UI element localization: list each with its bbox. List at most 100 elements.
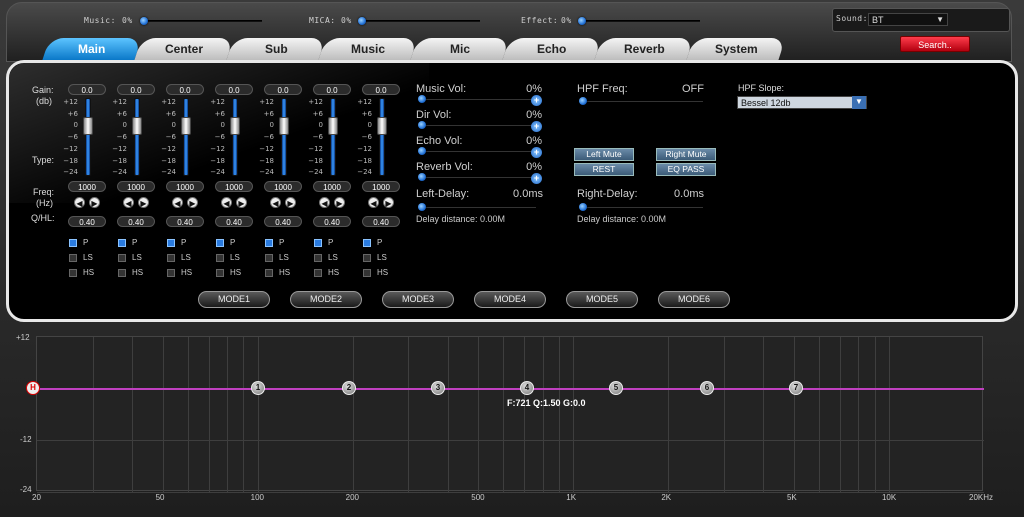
filter-p-checkbox-ch2[interactable]	[118, 239, 126, 247]
q-value-ch1[interactable]: 0.40	[68, 216, 106, 227]
filter-hs-checkbox-ch3[interactable]	[167, 269, 175, 277]
eq-response-graph[interactable]	[36, 336, 984, 493]
eq-node-5[interactable]: 5	[609, 380, 623, 395]
gain-slider-thumb-ch6[interactable]	[328, 117, 338, 135]
music-level-slider[interactable]	[140, 17, 262, 25]
q-value-ch7[interactable]: 0.40	[362, 216, 400, 227]
left-mute-button[interactable]: Left Mute	[574, 148, 634, 161]
dir-vol-slider[interactable]	[418, 125, 536, 126]
gain-value-ch3[interactable]: 0.0	[166, 84, 204, 95]
filter-ls-checkbox-ch4[interactable]	[216, 254, 224, 262]
mode-button-2[interactable]: MODE2	[290, 291, 362, 308]
echo-vol-knob[interactable]	[418, 147, 426, 155]
tab-mic[interactable]: Mic	[410, 38, 510, 60]
slider-knob[interactable]	[578, 17, 586, 25]
filter-p-checkbox-ch4[interactable]	[216, 239, 224, 247]
freq-decrease-icon[interactable]: ◀	[368, 197, 379, 208]
reverb-vol-slider[interactable]	[418, 177, 536, 178]
filter-ls-checkbox-ch5[interactable]	[265, 254, 273, 262]
filter-ls-checkbox-ch1[interactable]	[69, 254, 77, 262]
filter-ls-checkbox-ch2[interactable]	[118, 254, 126, 262]
right-delay-slider[interactable]	[579, 207, 703, 208]
freq-increase-icon[interactable]: ▶	[285, 197, 296, 208]
filter-hs-checkbox-ch5[interactable]	[265, 269, 273, 277]
gain-slider-thumb-ch5[interactable]	[279, 117, 289, 135]
eq-node-2[interactable]: 2	[342, 380, 356, 395]
filter-p-checkbox-ch5[interactable]	[265, 239, 273, 247]
filter-hs-checkbox-ch1[interactable]	[69, 269, 77, 277]
music-vol-slider[interactable]	[418, 99, 536, 100]
filter-p-checkbox-ch7[interactable]	[363, 239, 371, 247]
freq-increase-icon[interactable]: ▶	[138, 197, 149, 208]
eq-node-6[interactable]: 6	[700, 380, 714, 395]
eq-node-hpf[interactable]: H	[26, 380, 40, 395]
freq-value-ch7[interactable]: 1000	[362, 181, 400, 192]
gain-value-ch5[interactable]: 0.0	[264, 84, 302, 95]
gain-value-ch6[interactable]: 0.0	[313, 84, 351, 95]
mode-button-5[interactable]: MODE5	[566, 291, 638, 308]
left-delay-knob[interactable]	[418, 203, 426, 211]
gain-slider-ch7[interactable]	[379, 98, 385, 176]
q-value-ch2[interactable]: 0.40	[117, 216, 155, 227]
tab-center[interactable]: Center	[134, 38, 234, 60]
freq-decrease-icon[interactable]: ◀	[123, 197, 134, 208]
dir-vol-plus-icon[interactable]: +	[531, 121, 542, 132]
mode-button-1[interactable]: MODE1	[198, 291, 270, 308]
filter-p-checkbox-ch3[interactable]	[167, 239, 175, 247]
mode-button-3[interactable]: MODE3	[382, 291, 454, 308]
freq-value-ch6[interactable]: 1000	[313, 181, 351, 192]
sound-select[interactable]: BT ▼	[868, 13, 948, 26]
filter-ls-checkbox-ch7[interactable]	[363, 254, 371, 262]
freq-value-ch1[interactable]: 1000	[68, 181, 106, 192]
tab-main[interactable]: Main	[42, 38, 142, 60]
filter-hs-checkbox-ch2[interactable]	[118, 269, 126, 277]
gain-slider-thumb-ch4[interactable]	[230, 117, 240, 135]
gain-slider-ch1[interactable]	[85, 98, 91, 176]
slider-knob[interactable]	[140, 17, 148, 25]
freq-increase-icon[interactable]: ▶	[89, 197, 100, 208]
mode-button-4[interactable]: MODE4	[474, 291, 546, 308]
gain-slider-ch5[interactable]	[281, 98, 287, 176]
gain-value-ch7[interactable]: 0.0	[362, 84, 400, 95]
effect-level-slider[interactable]	[578, 17, 700, 25]
mode-button-6[interactable]: MODE6	[658, 291, 730, 308]
freq-increase-icon[interactable]: ▶	[383, 197, 394, 208]
freq-decrease-icon[interactable]: ◀	[319, 197, 330, 208]
gain-value-ch4[interactable]: 0.0	[215, 84, 253, 95]
right-delay-knob[interactable]	[579, 203, 587, 211]
freq-increase-icon[interactable]: ▶	[236, 197, 247, 208]
eq-node-4[interactable]: 4	[520, 380, 534, 395]
search-button[interactable]: Search..	[900, 36, 970, 52]
freq-value-ch2[interactable]: 1000	[117, 181, 155, 192]
reverb-vol-plus-icon[interactable]: +	[531, 173, 542, 184]
tab-echo[interactable]: Echo	[502, 38, 602, 60]
filter-ls-checkbox-ch3[interactable]	[167, 254, 175, 262]
echo-vol-slider[interactable]	[418, 151, 536, 152]
reverb-vol-knob[interactable]	[418, 173, 426, 181]
right-mute-button[interactable]: Right Mute	[656, 148, 716, 161]
gain-slider-ch3[interactable]	[183, 98, 189, 176]
hpf-slope-select[interactable]: Bessel 12db ▼	[737, 96, 867, 109]
q-value-ch3[interactable]: 0.40	[166, 216, 204, 227]
gain-value-ch1[interactable]: 0.0	[68, 84, 106, 95]
tab-sub[interactable]: Sub	[226, 38, 326, 60]
eq-pass-button[interactable]: EQ PASS	[656, 163, 716, 176]
freq-value-ch3[interactable]: 1000	[166, 181, 204, 192]
echo-vol-plus-icon[interactable]: +	[531, 147, 542, 158]
filter-hs-checkbox-ch7[interactable]	[363, 269, 371, 277]
gain-slider-thumb-ch3[interactable]	[181, 117, 191, 135]
eq-node-3[interactable]: 3	[431, 380, 445, 395]
hpf-freq-slider[interactable]	[579, 101, 703, 102]
q-value-ch5[interactable]: 0.40	[264, 216, 302, 227]
q-value-ch6[interactable]: 0.40	[313, 216, 351, 227]
freq-decrease-icon[interactable]: ◀	[270, 197, 281, 208]
gain-slider-thumb-ch1[interactable]	[83, 117, 93, 135]
freq-value-ch4[interactable]: 1000	[215, 181, 253, 192]
freq-decrease-icon[interactable]: ◀	[172, 197, 183, 208]
filter-hs-checkbox-ch6[interactable]	[314, 269, 322, 277]
eq-node-1[interactable]: 1	[251, 380, 265, 395]
tab-music[interactable]: Music	[318, 38, 418, 60]
hpf-freq-knob[interactable]	[579, 97, 587, 105]
filter-p-checkbox-ch1[interactable]	[69, 239, 77, 247]
eq-node-7[interactable]: 7	[789, 380, 803, 395]
